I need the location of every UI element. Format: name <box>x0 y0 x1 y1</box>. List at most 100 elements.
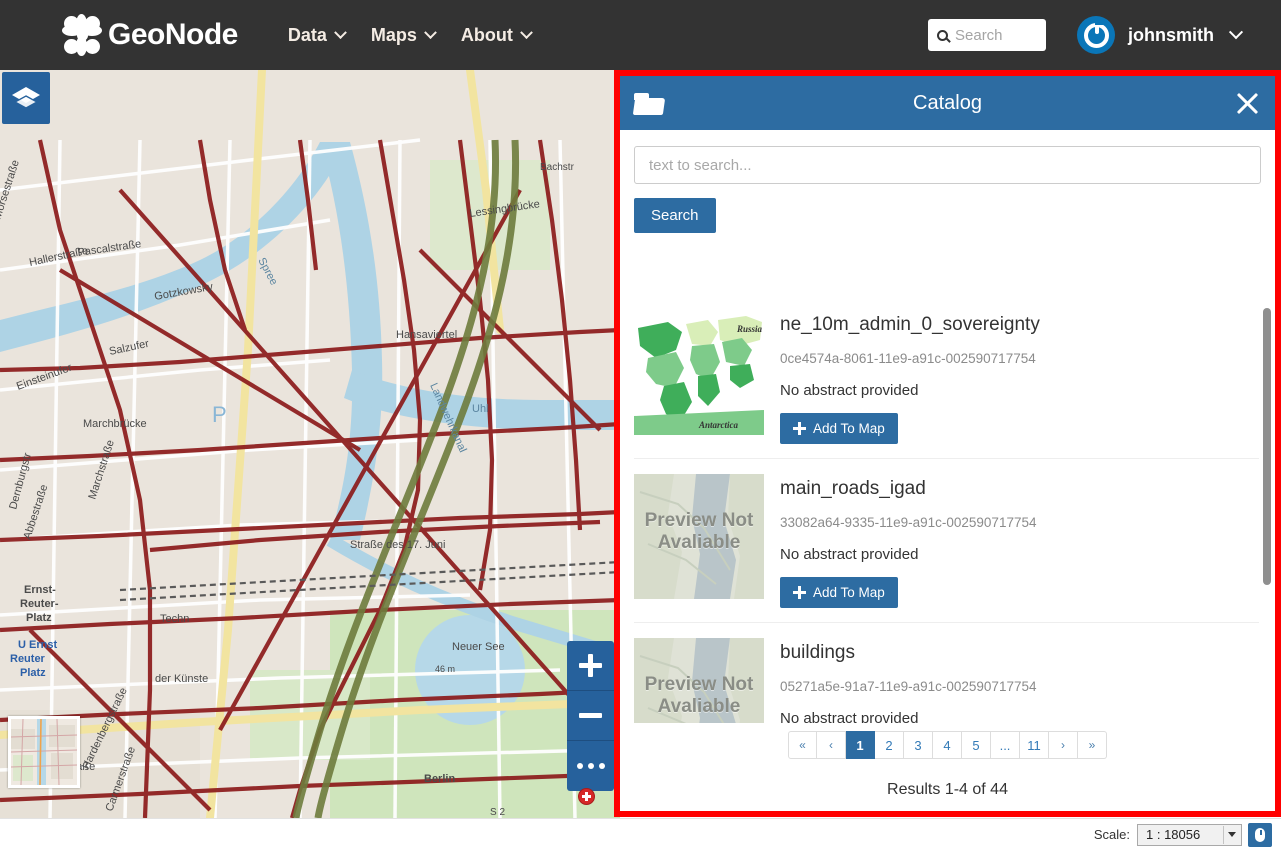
svg-text:Platz: Platz <box>20 667 46 679</box>
chevron-down-icon <box>334 25 347 39</box>
svg-text:Straße des 17. Juni: Straße des 17. Juni <box>350 539 445 551</box>
plus-icon <box>578 653 603 678</box>
catalog-search-button[interactable]: Search <box>634 198 716 233</box>
result-title[interactable]: buildings <box>780 642 1036 664</box>
nav-item-maps[interactable]: Maps <box>370 24 437 46</box>
close-icon[interactable] <box>1232 88 1262 118</box>
result-details: main_roads_igad 33082a64-9335-11e9-a91c-… <box>780 474 1036 608</box>
chevron-down-icon[interactable] <box>1228 25 1244 40</box>
chevron-down-icon <box>520 25 533 39</box>
map-viewport[interactable]: Lessingbrücke Spree Salzufer Einsteinufe… <box>0 70 620 818</box>
result-title[interactable]: ne_10m_admin_0_sovereignty <box>780 314 1040 336</box>
scale-select[interactable]: 1 : 18056 <box>1137 823 1242 846</box>
page-11[interactable]: 11 <box>1020 731 1049 759</box>
results-scrollbar[interactable] <box>1263 308 1271 755</box>
svg-text:der Künste: der Künste <box>155 673 208 685</box>
nav-item-data[interactable]: Data <box>287 24 347 46</box>
layer-thumbnail[interactable]: Russia Antarctica <box>634 310 764 435</box>
username-label[interactable]: johnsmith <box>1128 25 1214 46</box>
geonode-flower-icon <box>62 14 102 56</box>
result-abstract: No abstract provided <box>780 382 919 399</box>
no-preview-text: Preview Not Avaliable <box>644 510 754 553</box>
results-count: Results 1-4 of 44 <box>887 781 1008 798</box>
svg-text:Uhl: Uhl <box>472 403 489 415</box>
catalog-result-item[interactable]: Russia Antarctica ne_10m_admin_0_soverei… <box>634 295 1259 459</box>
catalog-results-list: Russia Antarctica ne_10m_admin_0_soverei… <box>634 295 1259 761</box>
minus-icon <box>579 713 602 718</box>
avatar[interactable] <box>1077 16 1115 54</box>
page-4[interactable]: 4 <box>933 731 962 759</box>
search-icon <box>937 29 948 41</box>
nav-item-about[interactable]: About <box>461 25 533 46</box>
user-avatar-icon <box>1083 21 1109 48</box>
top-navbar: GeoNode Data Maps About Search johnsmith <box>0 0 1281 70</box>
scale-value: 1 : 18056 <box>1146 827 1201 842</box>
svg-text:Ernst-: Ernst- <box>24 584 56 596</box>
catalog-result-item[interactable]: Preview Not Avaliable main_roads_igad 330… <box>634 459 1259 623</box>
svg-text:Hansaviertel: Hansaviertel <box>396 329 457 341</box>
minimap-canvas <box>11 719 77 785</box>
page-1[interactable]: 1 <box>846 731 875 759</box>
svg-text:Russia: Russia <box>736 324 763 334</box>
layers-icon <box>12 87 40 109</box>
page-last[interactable]: » <box>1078 731 1107 759</box>
more-tools-button[interactable] <box>567 741 614 791</box>
mouse-coordinates-button[interactable] <box>1248 822 1272 847</box>
status-bar: Scale: 1 : 18056 <box>0 818 1281 850</box>
global-search-placeholder: Search <box>955 26 1003 44</box>
nav-item-data-label: Data <box>287 24 327 45</box>
ellipsis-icon <box>576 763 605 769</box>
result-abstract: No abstract provided <box>780 546 919 563</box>
catalog-search-input[interactable] <box>634 146 1261 184</box>
result-uuid: 0ce4574a-8061-11e9-a91c-002590717754 <box>780 351 1036 366</box>
page-ellipsis: ... <box>991 731 1020 759</box>
world-map-preview-icon: Russia Antarctica <box>634 310 764 435</box>
svg-text:Reuter-: Reuter- <box>20 598 59 610</box>
catalog-panel: Catalog Search <box>614 70 1281 817</box>
svg-text:Techn: Techn <box>160 613 189 625</box>
zoom-in-button[interactable] <box>567 641 614 691</box>
svg-text:S 2: S 2 <box>490 807 505 818</box>
layer-thumbnail[interactable]: Preview Not Avaliable <box>634 474 764 599</box>
primary-nav: Data Maps About <box>262 24 533 46</box>
zoom-out-button[interactable] <box>567 691 614 741</box>
page-first[interactable]: « <box>788 731 817 759</box>
overview-minimap[interactable] <box>8 716 80 788</box>
brand-name: GeoNode <box>108 18 238 51</box>
add-marker-icon[interactable] <box>578 788 595 805</box>
map-canvas: Lessingbrücke Spree Salzufer Einsteinufe… <box>0 70 620 818</box>
pagination: « ‹ 1 2 3 4 5 ... 11 › » <box>788 731 1107 759</box>
chevron-down-icon[interactable] <box>1223 825 1240 844</box>
catalog-header: Catalog <box>620 76 1275 130</box>
global-search-box[interactable]: Search <box>928 19 1046 51</box>
zoom-controls <box>567 641 614 791</box>
add-to-map-label: Add To Map <box>813 585 885 600</box>
page-2[interactable]: 2 <box>875 731 904 759</box>
result-title[interactable]: main_roads_igad <box>780 478 1036 500</box>
nav-item-maps-label: Maps <box>370 24 417 45</box>
pagination-area: « ‹ 1 2 3 4 5 ... 11 › » Results 1-4 of … <box>620 723 1275 799</box>
svg-text:Neuer See: Neuer See <box>452 641 505 653</box>
result-uuid: 05271a5e-91a7-11e9-a91c-002590717754 <box>780 679 1037 694</box>
svg-text:Berlin: Berlin <box>424 773 455 785</box>
catalog-body: Search <box>620 130 1275 817</box>
result-uuid: 33082a64-9335-11e9-a91c-002590717754 <box>780 515 1037 530</box>
svg-text:P: P <box>212 402 227 427</box>
scrollbar-thumb[interactable] <box>1263 308 1271 585</box>
add-to-map-label: Add To Map <box>813 421 885 436</box>
add-to-map-button[interactable]: Add To Map <box>780 413 898 444</box>
svg-text:Marchbrücke: Marchbrücke <box>83 418 147 430</box>
page-5[interactable]: 5 <box>962 731 991 759</box>
result-details: ne_10m_admin_0_sovereignty 0ce4574a-8061… <box>780 310 1040 444</box>
page-prev[interactable]: ‹ <box>817 731 846 759</box>
page-3[interactable]: 3 <box>904 731 933 759</box>
plus-icon <box>793 422 806 435</box>
mouse-coordinates-icon <box>1255 827 1265 842</box>
brand-logo[interactable]: GeoNode <box>62 14 238 56</box>
catalog-title: Catalog <box>913 91 982 114</box>
header-right-group: Search johnsmith <box>928 16 1244 54</box>
layers-button[interactable] <box>2 72 50 124</box>
add-to-map-button[interactable]: Add To Map <box>780 577 898 608</box>
svg-text:46 m: 46 m <box>435 664 455 674</box>
page-next[interactable]: › <box>1049 731 1078 759</box>
